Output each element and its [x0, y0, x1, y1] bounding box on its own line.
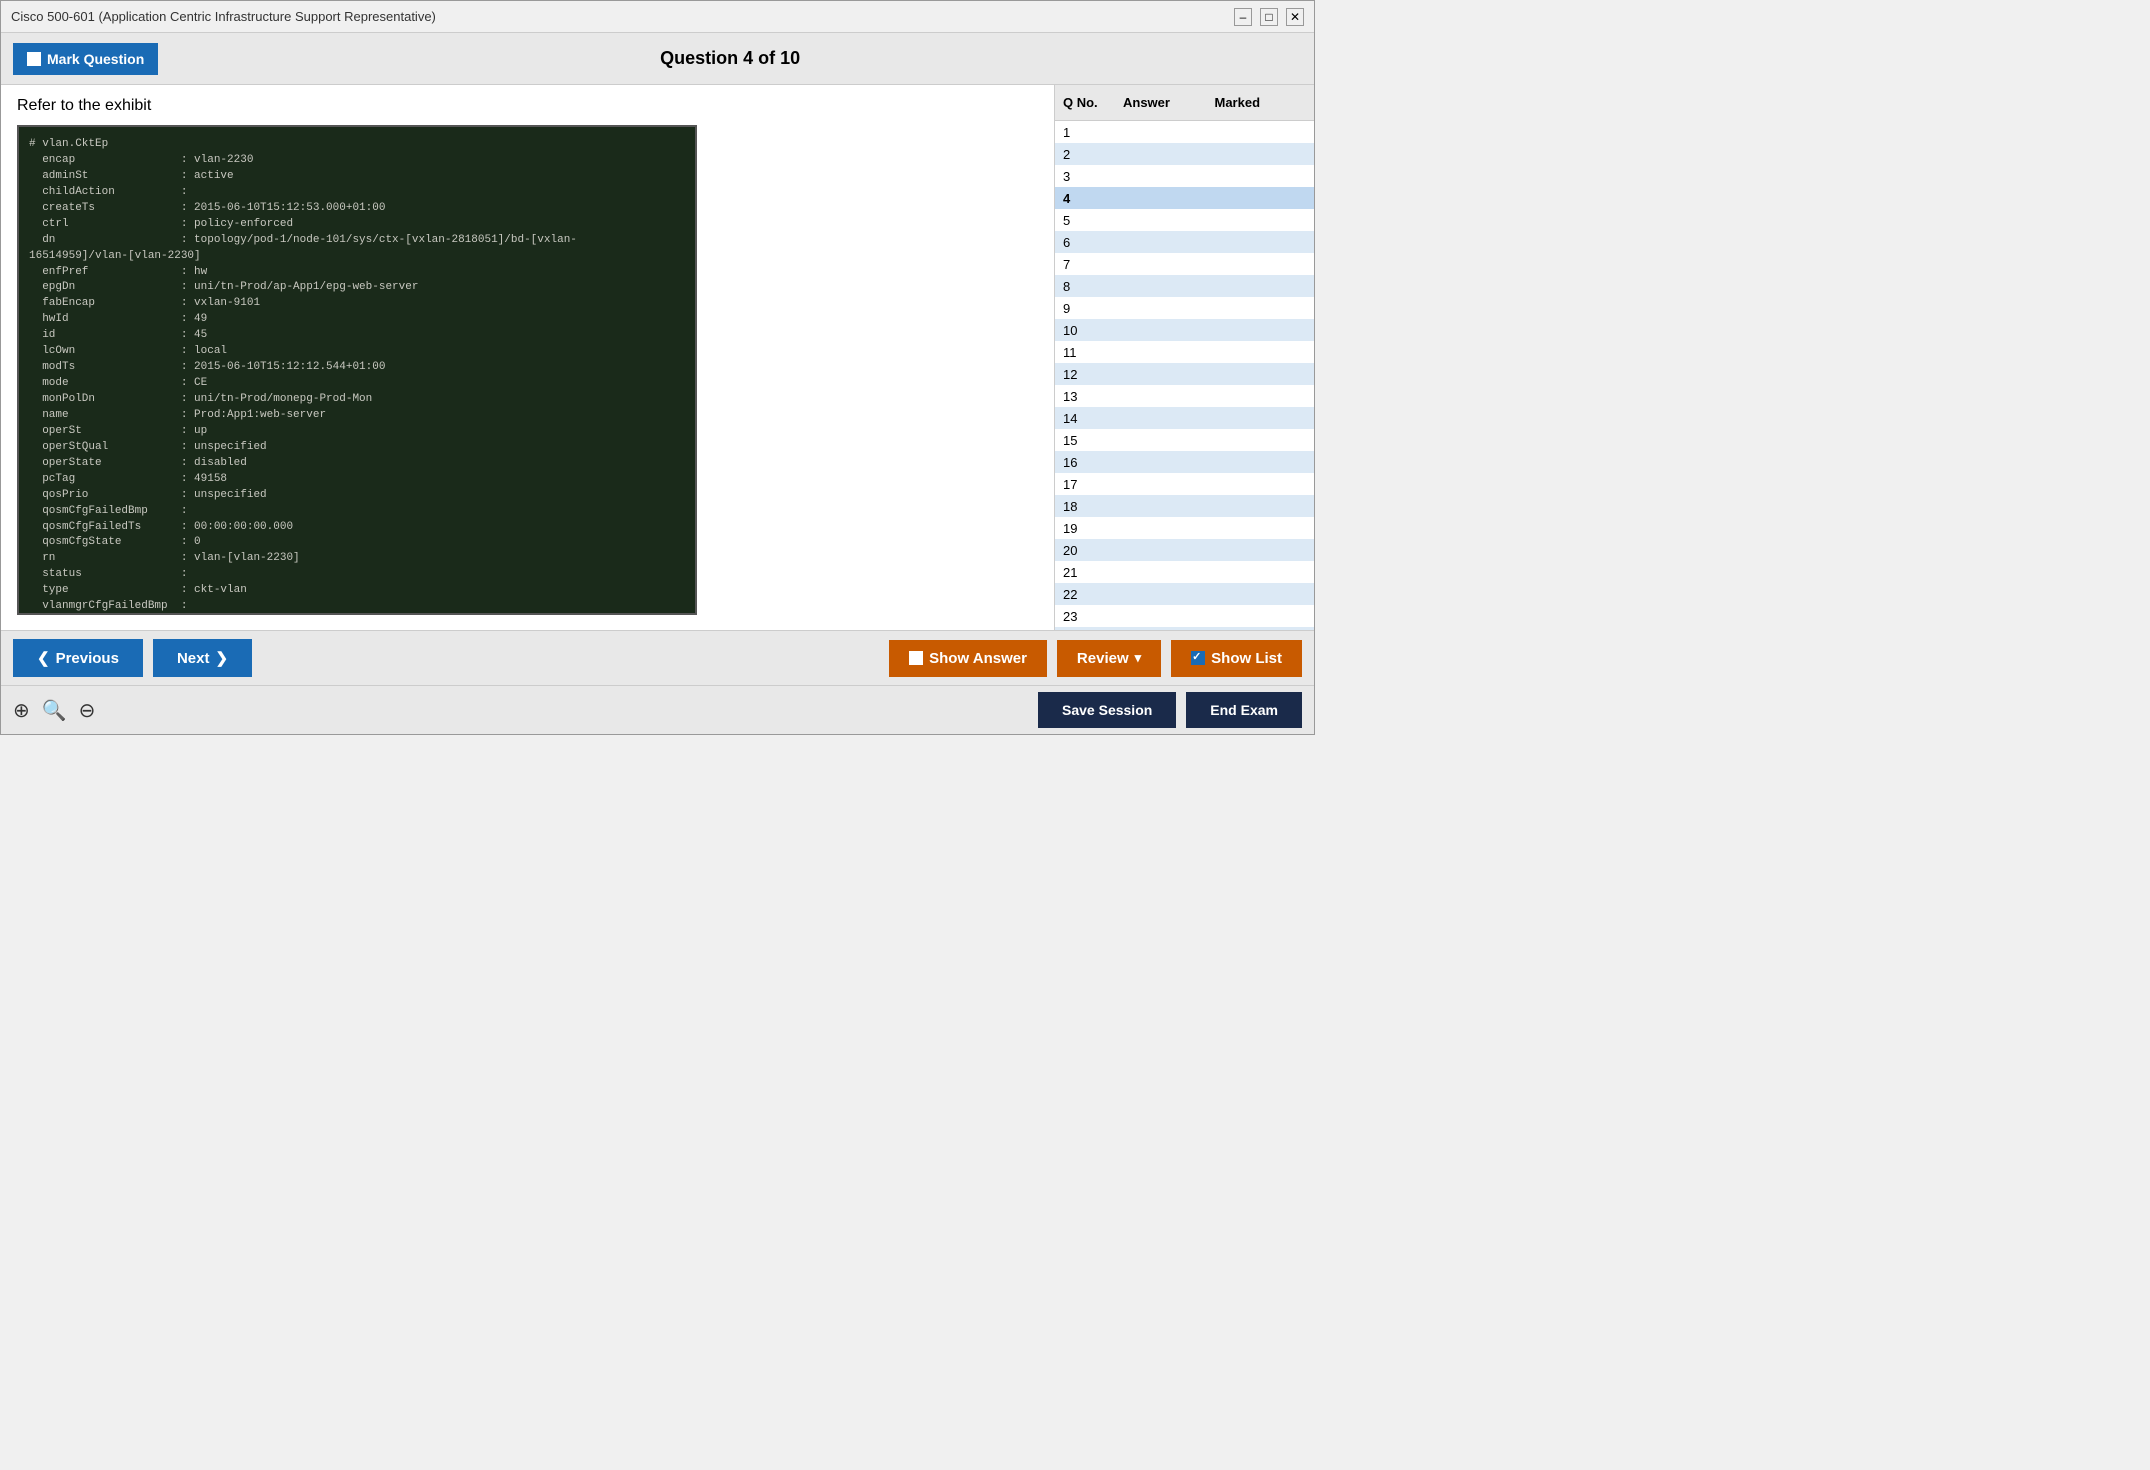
sidebar-row[interactable]: 23: [1055, 605, 1314, 627]
sidebar-row[interactable]: 5: [1055, 209, 1314, 231]
sidebar-header: Q No. Answer Marked: [1055, 85, 1314, 121]
sidebar-row[interactable]: 7: [1055, 253, 1314, 275]
sidebar-row-num: 7: [1063, 257, 1123, 272]
sidebar-row[interactable]: 9: [1055, 297, 1314, 319]
header: Mark Question Question 4 of 10: [1, 33, 1314, 85]
sidebar-row-num: 10: [1063, 323, 1123, 338]
sidebar-row[interactable]: 14: [1055, 407, 1314, 429]
sidebar-row[interactable]: 18: [1055, 495, 1314, 517]
show-list-button[interactable]: Show List: [1171, 640, 1302, 677]
main-window: Cisco 500-601 (Application Centric Infra…: [0, 0, 1315, 735]
exhibit-image: # vlan.CktEp encap : vlan-2230 adminSt :…: [17, 125, 697, 615]
show-answer-button[interactable]: Show Answer: [889, 640, 1047, 677]
sidebar-row-num: 20: [1063, 543, 1123, 558]
sidebar-row-num: 13: [1063, 389, 1123, 404]
review-button[interactable]: Review ▾: [1057, 640, 1161, 677]
show-list-icon: [1191, 651, 1205, 665]
zoom-in-button[interactable]: ⊕: [13, 698, 30, 723]
sidebar-row-num: 5: [1063, 213, 1123, 228]
chevron-right-icon: [215, 649, 228, 667]
zoom-reset-button[interactable]: 🔍: [42, 698, 67, 723]
content-area: Refer to the exhibit # vlan.CktEp encap …: [1, 85, 1054, 630]
exhibit-code: # vlan.CktEp encap : vlan-2230 adminSt :…: [29, 137, 685, 615]
previous-button[interactable]: Previous: [13, 639, 143, 677]
end-exam-button[interactable]: End Exam: [1186, 692, 1302, 728]
sidebar-row-num: 12: [1063, 367, 1123, 382]
show-answer-icon: [909, 651, 923, 665]
sidebar-row[interactable]: 20: [1055, 539, 1314, 561]
mark-checkbox-icon: [27, 52, 41, 66]
save-session-button[interactable]: Save Session: [1038, 692, 1176, 728]
sidebar-row[interactable]: 11: [1055, 341, 1314, 363]
sidebar-row[interactable]: 2: [1055, 143, 1314, 165]
sidebar-row[interactable]: 13: [1055, 385, 1314, 407]
sidebar-row[interactable]: 4: [1055, 187, 1314, 209]
sidebar-row-num: 1: [1063, 125, 1123, 140]
title-bar-controls: – □ ✕: [1234, 8, 1304, 26]
sidebar-row[interactable]: 17: [1055, 473, 1314, 495]
sidebar-col-marked: Marked: [1215, 95, 1307, 110]
sidebar-row-num: 22: [1063, 587, 1123, 602]
sidebar-row-num: 11: [1063, 345, 1123, 360]
sidebar-row-num: 15: [1063, 433, 1123, 448]
footer-nav: Previous Next Show Answer Review ▾ Show …: [1, 630, 1314, 685]
title-bar: Cisco 500-601 (Application Centric Infra…: [1, 1, 1314, 33]
sidebar-row[interactable]: 3: [1055, 165, 1314, 187]
question-title: Question 4 of 10: [158, 48, 1302, 69]
sidebar-row-num: 17: [1063, 477, 1123, 492]
question-text: Which two statements about this managed …: [17, 629, 1038, 630]
sidebar-row-num: 16: [1063, 455, 1123, 470]
sidebar-row-num: 14: [1063, 411, 1123, 426]
sidebar-row[interactable]: 12: [1055, 363, 1314, 385]
sidebar-row[interactable]: 1: [1055, 121, 1314, 143]
minimize-button[interactable]: –: [1234, 8, 1252, 26]
zoom-out-button[interactable]: ⊖: [79, 698, 96, 723]
window-title: Cisco 500-601 (Application Centric Infra…: [11, 9, 436, 24]
sidebar-row-num: 2: [1063, 147, 1123, 162]
sidebar-row[interactable]: 16: [1055, 451, 1314, 473]
sidebar-row-num: 18: [1063, 499, 1123, 514]
zoom-controls: ⊕ 🔍 ⊖: [13, 698, 95, 723]
footer-right-buttons: Save Session End Exam: [1038, 692, 1302, 728]
main-area: Refer to the exhibit # vlan.CktEp encap …: [1, 85, 1314, 630]
sidebar-row-num: 23: [1063, 609, 1123, 624]
footer-bottom: ⊕ 🔍 ⊖ Save Session End Exam: [1, 685, 1314, 734]
sidebar-row-num: 4: [1063, 191, 1123, 206]
sidebar-row[interactable]: 15: [1055, 429, 1314, 451]
mark-question-button[interactable]: Mark Question: [13, 43, 158, 75]
refer-text: Refer to the exhibit: [17, 97, 1038, 115]
next-button[interactable]: Next: [153, 639, 252, 677]
sidebar-row[interactable]: 19: [1055, 517, 1314, 539]
sidebar-col-answer: Answer: [1123, 95, 1215, 110]
sidebar-row-num: 21: [1063, 565, 1123, 580]
sidebar: Q No. Answer Marked 12345678910111213141…: [1054, 85, 1314, 630]
sidebar-row-num: 8: [1063, 279, 1123, 294]
sidebar-row[interactable]: 6: [1055, 231, 1314, 253]
sidebar-row-num: 3: [1063, 169, 1123, 184]
sidebar-row-num: 6: [1063, 235, 1123, 250]
sidebar-row[interactable]: 8: [1055, 275, 1314, 297]
sidebar-row[interactable]: 10: [1055, 319, 1314, 341]
sidebar-row[interactable]: 21: [1055, 561, 1314, 583]
review-dropdown-icon: ▾: [1135, 650, 1142, 666]
maximize-button[interactable]: □: [1260, 8, 1278, 26]
sidebar-col-qno: Q No.: [1063, 95, 1123, 110]
sidebar-row-num: 19: [1063, 521, 1123, 536]
chevron-left-icon: [37, 649, 50, 667]
sidebar-row[interactable]: 22: [1055, 583, 1314, 605]
close-button[interactable]: ✕: [1286, 8, 1304, 26]
sidebar-scroll[interactable]: 1234567891011121314151617181920212223242…: [1055, 121, 1314, 630]
sidebar-row-num: 9: [1063, 301, 1123, 316]
